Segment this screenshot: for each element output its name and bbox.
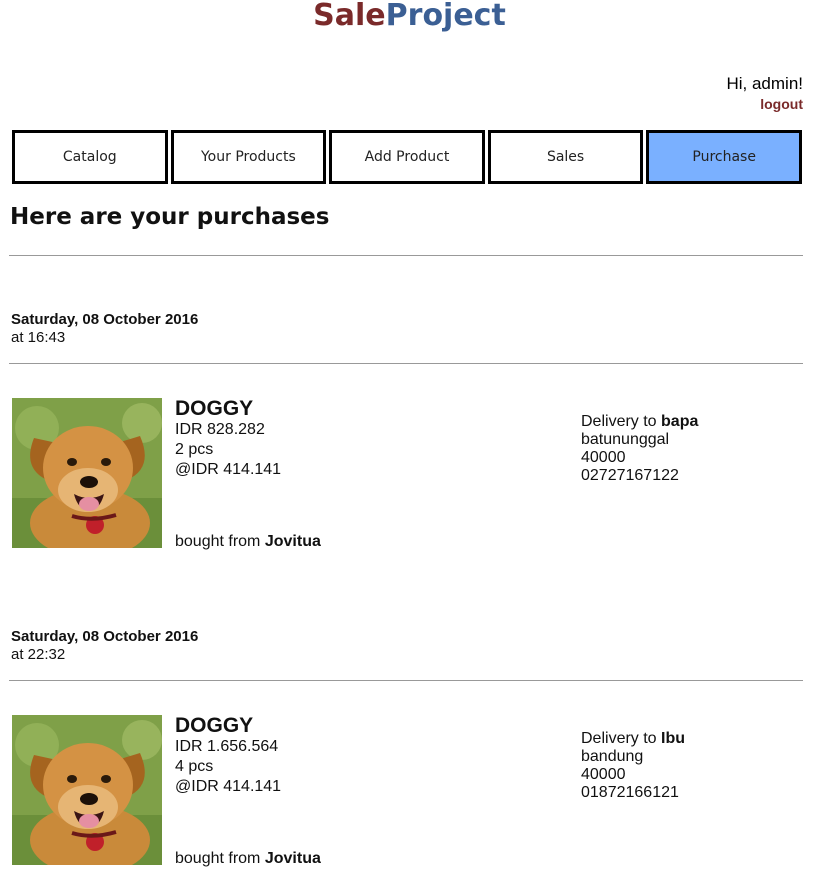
- delivery-recipient-line: Delivery to Ibu: [581, 730, 685, 748]
- bought-from-label: bought from: [175, 533, 261, 550]
- delivery-label: Delivery to: [581, 730, 657, 747]
- delivery-postal-code: 40000: [581, 449, 626, 466]
- user-greeting: Hi, admin!: [726, 74, 803, 93]
- delivery-info: Delivery to Ibu bandung 40000 0187216612…: [581, 730, 685, 802]
- unit-price: @IDR 414.141: [175, 778, 282, 795]
- site-logo[interactable]: SaleProject: [0, 0, 819, 33]
- title-divider: [9, 255, 803, 256]
- purchase-quantity: 2 pcs: [175, 441, 214, 458]
- purchase-total: IDR 828.282: [175, 421, 265, 438]
- purchase-time: at 22:32: [11, 646, 66, 663]
- logo-part-sale: Sale: [313, 0, 386, 33]
- delivery-label: Delivery to: [581, 413, 657, 430]
- logo-part-project: Project: [385, 0, 506, 33]
- product-info: DOGGY IDR 828.282 2 pcs @IDR 414.141: [175, 398, 281, 480]
- nav-tab-add-product[interactable]: Add Product: [329, 130, 485, 184]
- nav-tab-your-products[interactable]: Your Products: [170, 130, 327, 184]
- seller-name: Jovitua: [264, 533, 321, 550]
- purchase-total: IDR 1.656.564: [175, 738, 279, 755]
- bought-from: bought from Jovitua: [175, 850, 321, 868]
- product-name: DOGGY: [175, 714, 254, 737]
- unit-price: @IDR 414.141: [175, 461, 282, 478]
- product-info: DOGGY IDR 1.656.564 4 pcs @IDR 414.141: [175, 715, 281, 797]
- delivery-phone: 01872166121: [581, 784, 679, 801]
- product-image: [12, 715, 162, 865]
- dog-photo-icon: [12, 398, 162, 548]
- purchase-date-block: Saturday, 08 October 2016 at 16:43: [11, 311, 198, 347]
- purchase-date: Saturday, 08 October 2016: [11, 311, 199, 328]
- delivery-info: Delivery to bapa batununggal 40000 02727…: [581, 413, 698, 485]
- main-nav: Catalog Your Products Add Product Sales …: [12, 130, 802, 184]
- user-box: Hi, admin! logout: [726, 74, 803, 112]
- seller-name: Jovitua: [264, 850, 321, 867]
- delivery-recipient-line: Delivery to bapa: [581, 413, 698, 431]
- purchase-divider: [9, 680, 803, 681]
- delivery-address: batununggal: [581, 431, 670, 448]
- nav-tab-purchase[interactable]: Purchase: [646, 130, 802, 184]
- purchase-time: at 16:43: [11, 329, 66, 346]
- nav-tab-sales[interactable]: Sales: [487, 130, 644, 184]
- dog-photo-icon: [12, 715, 162, 865]
- product-name: DOGGY: [175, 397, 254, 420]
- purchase-quantity: 4 pcs: [175, 758, 214, 775]
- purchase-divider: [9, 363, 803, 364]
- product-image: [12, 398, 162, 548]
- purchase-date: Saturday, 08 October 2016: [11, 628, 199, 645]
- delivery-address: bandung: [581, 748, 644, 765]
- logout-link[interactable]: logout: [726, 96, 803, 112]
- bought-from-label: bought from: [175, 850, 261, 867]
- bought-from: bought from Jovitua: [175, 533, 321, 551]
- delivery-postal-code: 40000: [581, 766, 626, 783]
- nav-tab-catalog[interactable]: Catalog: [12, 130, 168, 184]
- page-title: Here are your purchases: [10, 204, 330, 230]
- recipient-name: bapa: [661, 413, 699, 430]
- recipient-name: Ibu: [661, 730, 686, 747]
- delivery-phone: 02727167122: [581, 467, 679, 484]
- purchase-date-block: Saturday, 08 October 2016 at 22:32: [11, 628, 198, 664]
